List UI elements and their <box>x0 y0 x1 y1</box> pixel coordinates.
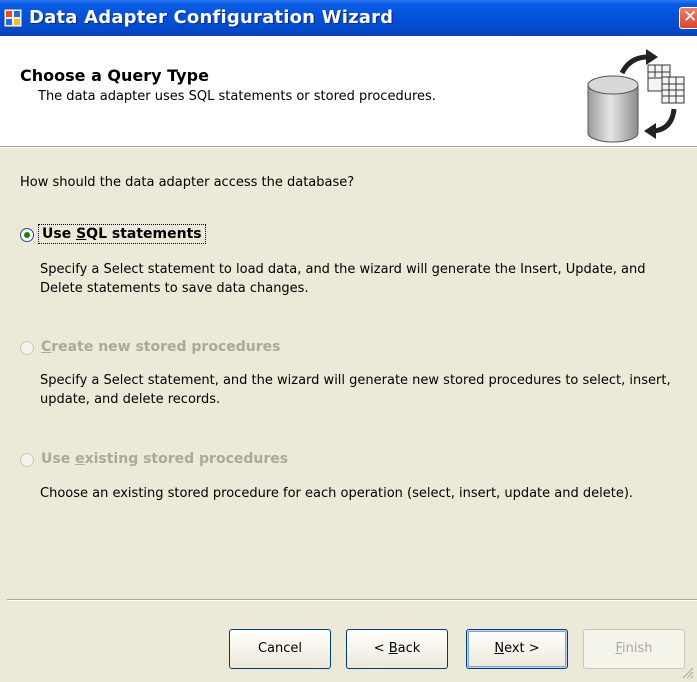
wizard-header: Choose a Query Type The data adapter use… <box>0 36 697 146</box>
option-label-use-sql-statements[interactable]: Use SQL statements <box>38 224 206 244</box>
wizard-dialog: Data Adapter Configuration Wizard ✕ Choo… <box>0 0 697 682</box>
back-button[interactable]: < Back <box>346 629 448 669</box>
option-label-create-new-stored-procedures: Create new stored procedures <box>41 339 281 355</box>
page-subtitle: The data adapter uses SQL statements or … <box>38 89 436 104</box>
database-table-exchange-icon <box>587 49 685 143</box>
option-description-use-existing-stored-procedures: Choose an existing stored procedure for … <box>40 486 634 501</box>
cancel-button[interactable]: Cancel <box>229 629 331 669</box>
page-title: Choose a Query Type <box>20 66 209 85</box>
option-label-use-existing-stored-procedures: Use existing stored procedures <box>41 451 289 467</box>
wizard-body: How should the data adapter access the d… <box>0 148 697 682</box>
footer-divider-highlight <box>7 600 697 601</box>
radio-use-sql-statements[interactable] <box>20 228 34 242</box>
app-icon <box>4 9 22 27</box>
question-label: How should the data adapter access the d… <box>20 175 355 190</box>
close-button[interactable]: ✕ <box>679 7 697 29</box>
radio-use-existing-stored-procedures <box>20 453 34 467</box>
title-bar[interactable]: Data Adapter Configuration Wizard ✕ <box>0 0 697 36</box>
close-icon: ✕ <box>683 7 697 27</box>
radio-create-new-stored-procedures <box>20 341 34 355</box>
option-description-use-sql-statements: Specify a Select statement to load data,… <box>40 262 646 296</box>
window-title: Data Adapter Configuration Wizard <box>29 7 394 28</box>
next-button[interactable]: Next > <box>466 629 568 669</box>
option-description-create-new-stored-procedures: Specify a Select statement, and the wiza… <box>40 373 671 407</box>
finish-button: Finish <box>583 629 685 669</box>
resize-grip-icon[interactable] <box>680 665 694 679</box>
